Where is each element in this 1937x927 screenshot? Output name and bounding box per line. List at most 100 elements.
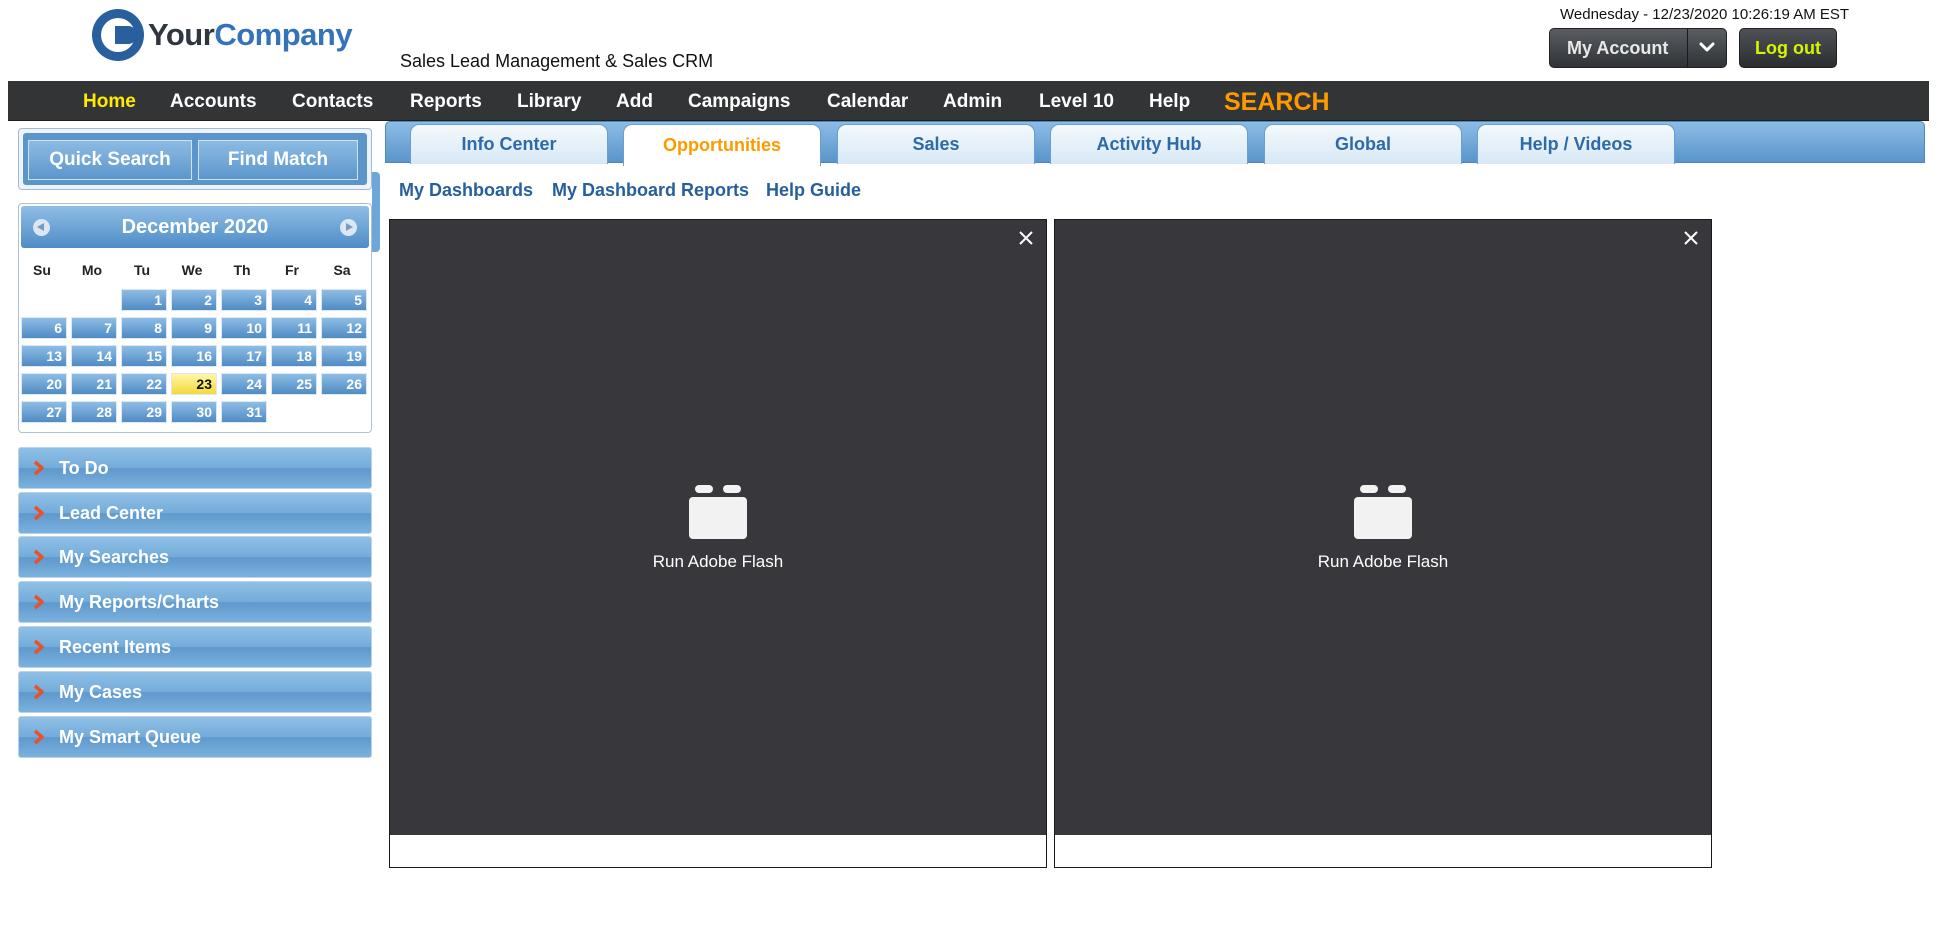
logo-word-your: Your — [148, 17, 215, 52]
sidebar-section-recent-items[interactable]: Recent Items — [18, 626, 372, 668]
sidebar-section-label: My Smart Queue — [59, 727, 202, 747]
link-my-dashboard-reports[interactable]: My Dashboard Reports — [552, 180, 749, 201]
calendar-day[interactable]: 22 — [121, 373, 167, 395]
nav-help[interactable]: Help — [1149, 91, 1190, 113]
flash-placeholder[interactable]: Run Adobe Flash — [1055, 220, 1711, 835]
logo-word-company: Company — [214, 17, 353, 52]
nav-home[interactable]: Home — [83, 91, 136, 113]
tab-activity-hub[interactable]: Activity Hub — [1050, 124, 1248, 164]
chevron-right-icon — [33, 594, 44, 610]
weekday-mo: Mo — [81, 262, 103, 278]
calendar-day[interactable]: 17 — [221, 345, 267, 367]
crm-page: YourCompany Sales Lead Management & Sale… — [0, 0, 1937, 927]
calendar-day[interactable]: 18 — [271, 345, 317, 367]
calendar-month-title[interactable]: December 2020 — [21, 216, 369, 239]
link-my-dashboards[interactable]: My Dashboards — [399, 180, 533, 201]
run-flash-label[interactable]: Run Adobe Flash — [390, 552, 1046, 572]
calendar-day[interactable]: 8 — [121, 317, 167, 339]
company-logo-icon — [92, 9, 144, 61]
logout-label: Log out — [1755, 37, 1821, 58]
calendar-day-today[interactable]: 23 — [171, 373, 217, 395]
calendar-day[interactable]: 12 — [321, 317, 367, 339]
tab-sales[interactable]: Sales — [837, 124, 1035, 164]
tab-help-videos[interactable]: Help / Videos — [1477, 124, 1675, 164]
calendar-day[interactable]: 6 — [21, 317, 67, 339]
run-flash-label[interactable]: Run Adobe Flash — [1055, 552, 1711, 572]
mini-calendar: December 2020 Su Mo Tu We Th Fr Sa 1 2 3… — [18, 203, 372, 433]
sidebar-section-my-cases[interactable]: My Cases — [18, 671, 372, 713]
sidebar-section-my-searches[interactable]: My Searches — [18, 536, 372, 578]
calendar-day[interactable]: 20 — [21, 373, 67, 395]
weekday-tu: Tu — [133, 262, 151, 278]
tab-global[interactable]: Global — [1264, 124, 1462, 164]
sidebar-section-label: My Cases — [59, 682, 143, 702]
calendar-day[interactable]: 16 — [171, 345, 217, 367]
nav-accounts[interactable]: Accounts — [170, 91, 257, 113]
sidebar-section-my-smart-queue[interactable]: My Smart Queue — [18, 716, 372, 758]
my-account-button[interactable]: My Account — [1549, 28, 1727, 68]
calendar-day[interactable]: 27 — [21, 401, 67, 423]
dashboard-pane: Run Adobe Flash — [389, 219, 1047, 868]
tagline: Sales Lead Management & Sales CRM — [400, 51, 714, 71]
nav-calendar[interactable]: Calendar — [827, 91, 908, 113]
chevron-right-icon — [33, 549, 44, 565]
chevron-right-circle-icon[interactable] — [340, 219, 357, 236]
tab-info-center[interactable]: Info Center — [410, 124, 608, 164]
sidebar-section-lead-center[interactable]: Lead Center — [18, 492, 372, 534]
button-divider — [1687, 29, 1688, 67]
nav-admin[interactable]: Admin — [943, 91, 1002, 113]
calendar-day[interactable]: 30 — [171, 401, 217, 423]
calendar-day[interactable]: 25 — [271, 373, 317, 395]
logo-text: YourCompany — [148, 17, 353, 53]
close-icon[interactable] — [1683, 230, 1699, 246]
calendar-day[interactable]: 11 — [271, 317, 317, 339]
nav-library[interactable]: Library — [517, 91, 581, 113]
plugin-icon — [1354, 485, 1412, 539]
nav-contacts[interactable]: Contacts — [292, 91, 373, 113]
chevron-down-icon[interactable] — [1698, 38, 1716, 56]
chevron-right-icon — [33, 729, 44, 745]
calendar-day[interactable]: 10 — [221, 317, 267, 339]
chevron-right-icon — [33, 460, 44, 476]
sidebar-section-my-reports-charts[interactable]: My Reports/Charts — [18, 581, 372, 623]
nav-reports[interactable]: Reports — [410, 91, 482, 113]
calendar-day[interactable]: 14 — [71, 345, 117, 367]
sidebar-section-label: My Reports/Charts — [59, 592, 220, 612]
calendar-day[interactable]: 5 — [321, 289, 367, 311]
logout-button[interactable]: Log out — [1739, 28, 1837, 68]
quick-search-button[interactable]: Quick Search — [28, 140, 192, 180]
chevron-right-icon — [33, 684, 44, 700]
calendar-day[interactable]: 24 — [221, 373, 267, 395]
calendar-day[interactable]: 26 — [321, 373, 367, 395]
calendar-day[interactable]: 13 — [21, 345, 67, 367]
quick-search-bar: Quick Search Find Match — [23, 133, 367, 185]
current-datetime: Wednesday - 12/23/2020 10:26:19 AM EST — [1560, 6, 1850, 23]
calendar-day[interactable]: 4 — [271, 289, 317, 311]
find-match-button[interactable]: Find Match — [198, 140, 358, 180]
sidebar-section-to-do[interactable]: To Do — [18, 447, 372, 489]
close-icon[interactable] — [1018, 230, 1034, 246]
flash-placeholder[interactable]: Run Adobe Flash — [390, 220, 1046, 835]
company-logo[interactable]: YourCompany — [92, 8, 353, 62]
calendar-day[interactable]: 1 — [121, 289, 167, 311]
panel-collapse-handle[interactable] — [372, 172, 380, 252]
nav-search[interactable]: SEARCH — [1224, 88, 1330, 117]
nav-add[interactable]: Add — [616, 91, 653, 113]
calendar-day[interactable]: 3 — [221, 289, 267, 311]
quick-search-box: Quick Search Find Match — [18, 128, 372, 190]
calendar-day[interactable]: 15 — [121, 345, 167, 367]
nav-level-10[interactable]: Level 10 — [1039, 91, 1114, 113]
calendar-day[interactable]: 9 — [171, 317, 217, 339]
my-account-label: My Account — [1567, 37, 1669, 58]
dashboard-pane: Run Adobe Flash — [1054, 219, 1712, 868]
calendar-day[interactable]: 31 — [221, 401, 267, 423]
calendar-day[interactable]: 28 — [71, 401, 117, 423]
calendar-day[interactable]: 21 — [71, 373, 117, 395]
calendar-day[interactable]: 29 — [121, 401, 167, 423]
calendar-day[interactable]: 2 — [171, 289, 217, 311]
tab-opportunities[interactable]: Opportunities — [623, 124, 821, 166]
link-help-guide[interactable]: Help Guide — [766, 180, 861, 201]
calendar-day[interactable]: 7 — [71, 317, 117, 339]
nav-campaigns[interactable]: Campaigns — [688, 91, 790, 113]
calendar-day[interactable]: 19 — [321, 345, 367, 367]
